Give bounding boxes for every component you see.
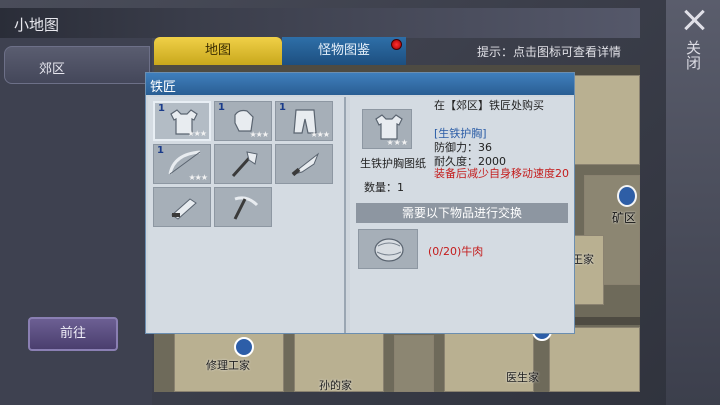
axe-icon — [231, 151, 258, 178]
material-requirement: (0/20)牛肉 — [428, 245, 484, 258]
exchange-requirement-header: 需要以下物品进行交换 — [356, 203, 568, 223]
pickaxe-icon — [233, 196, 259, 220]
close-label[interactable]: 关闭 — [683, 40, 703, 70]
title-bar: 小地图 — [0, 8, 640, 38]
item-slot-bow[interactable]: 1 ★★★ — [153, 144, 211, 184]
chest-armor-icon — [375, 114, 403, 140]
screen: 小地图 郊区 前往 关闭 修理工家 孙的家 医生家 王家 矿区 地图 怪物图鉴 … — [0, 0, 720, 405]
map-label-mine[interactable]: 矿区 — [612, 209, 636, 226]
knife-icon — [291, 152, 320, 177]
item-slot-pickaxe[interactable] — [214, 187, 272, 227]
beef-icon — [374, 238, 404, 262]
item-slot-pipe-gun[interactable] — [153, 187, 211, 227]
close-icon[interactable] — [682, 8, 706, 32]
item-slot-chest-armor[interactable]: 1 ★★★ — [153, 101, 211, 141]
item-grid: 1 ★★★ 1 ★★★ 1 ★★★ 1 ★★★ — [148, 97, 346, 333]
blacksmith-dialog: 铁匠 1 ★★★ 1 ★★★ 1 ★★★ 1 ★★★ ★★★ 生铁护胸图纸 数量… — [145, 72, 575, 334]
item-slot-axe[interactable] — [214, 144, 272, 184]
item-detail-panel: ★★★ 生铁护胸图纸 数量：1 在【郊区】铁匠处购买 [生铁护胸] 防御力：36… — [350, 97, 574, 333]
pipe-gun-icon — [171, 198, 197, 220]
tab-monster-guide[interactable]: 怪物图鉴 — [282, 37, 406, 65]
map-label-wang[interactable]: 王家 — [572, 251, 594, 267]
map-label-repairman[interactable]: 修理工家 — [206, 357, 250, 373]
stat-penalty: 装备后减少自身移动速度20 — [434, 167, 569, 180]
page-title: 小地图 — [14, 16, 60, 34]
area-button-suburb[interactable]: 郊区 — [4, 46, 150, 84]
hint-text: 提示：点击图标可查看详情 — [477, 45, 622, 59]
notification-dot-icon — [391, 39, 402, 50]
item-slot-gauntlet[interactable]: 1 ★★★ — [214, 101, 272, 141]
mine-pin-icon[interactable] — [617, 185, 637, 207]
goto-button[interactable]: 前往 — [28, 317, 118, 351]
item-name: 生铁护胸图纸 — [360, 157, 426, 170]
item-quantity: 数量：1 — [364, 181, 404, 194]
item-slot-pants[interactable]: 1 ★★★ — [275, 101, 333, 141]
detail-item-slot: ★★★ — [362, 109, 412, 149]
tab-map[interactable]: 地图 — [154, 37, 282, 65]
item-slot-knife[interactable] — [275, 144, 333, 184]
dialog-title: 铁匠 — [146, 73, 574, 95]
map-label-doctor[interactable]: 医生家 — [506, 369, 539, 385]
purchase-location: 在【郊区】铁匠处购买 — [434, 99, 544, 112]
map-label-sun[interactable]: 孙的家 — [319, 377, 352, 392]
material-slot-beef[interactable] — [358, 229, 418, 269]
